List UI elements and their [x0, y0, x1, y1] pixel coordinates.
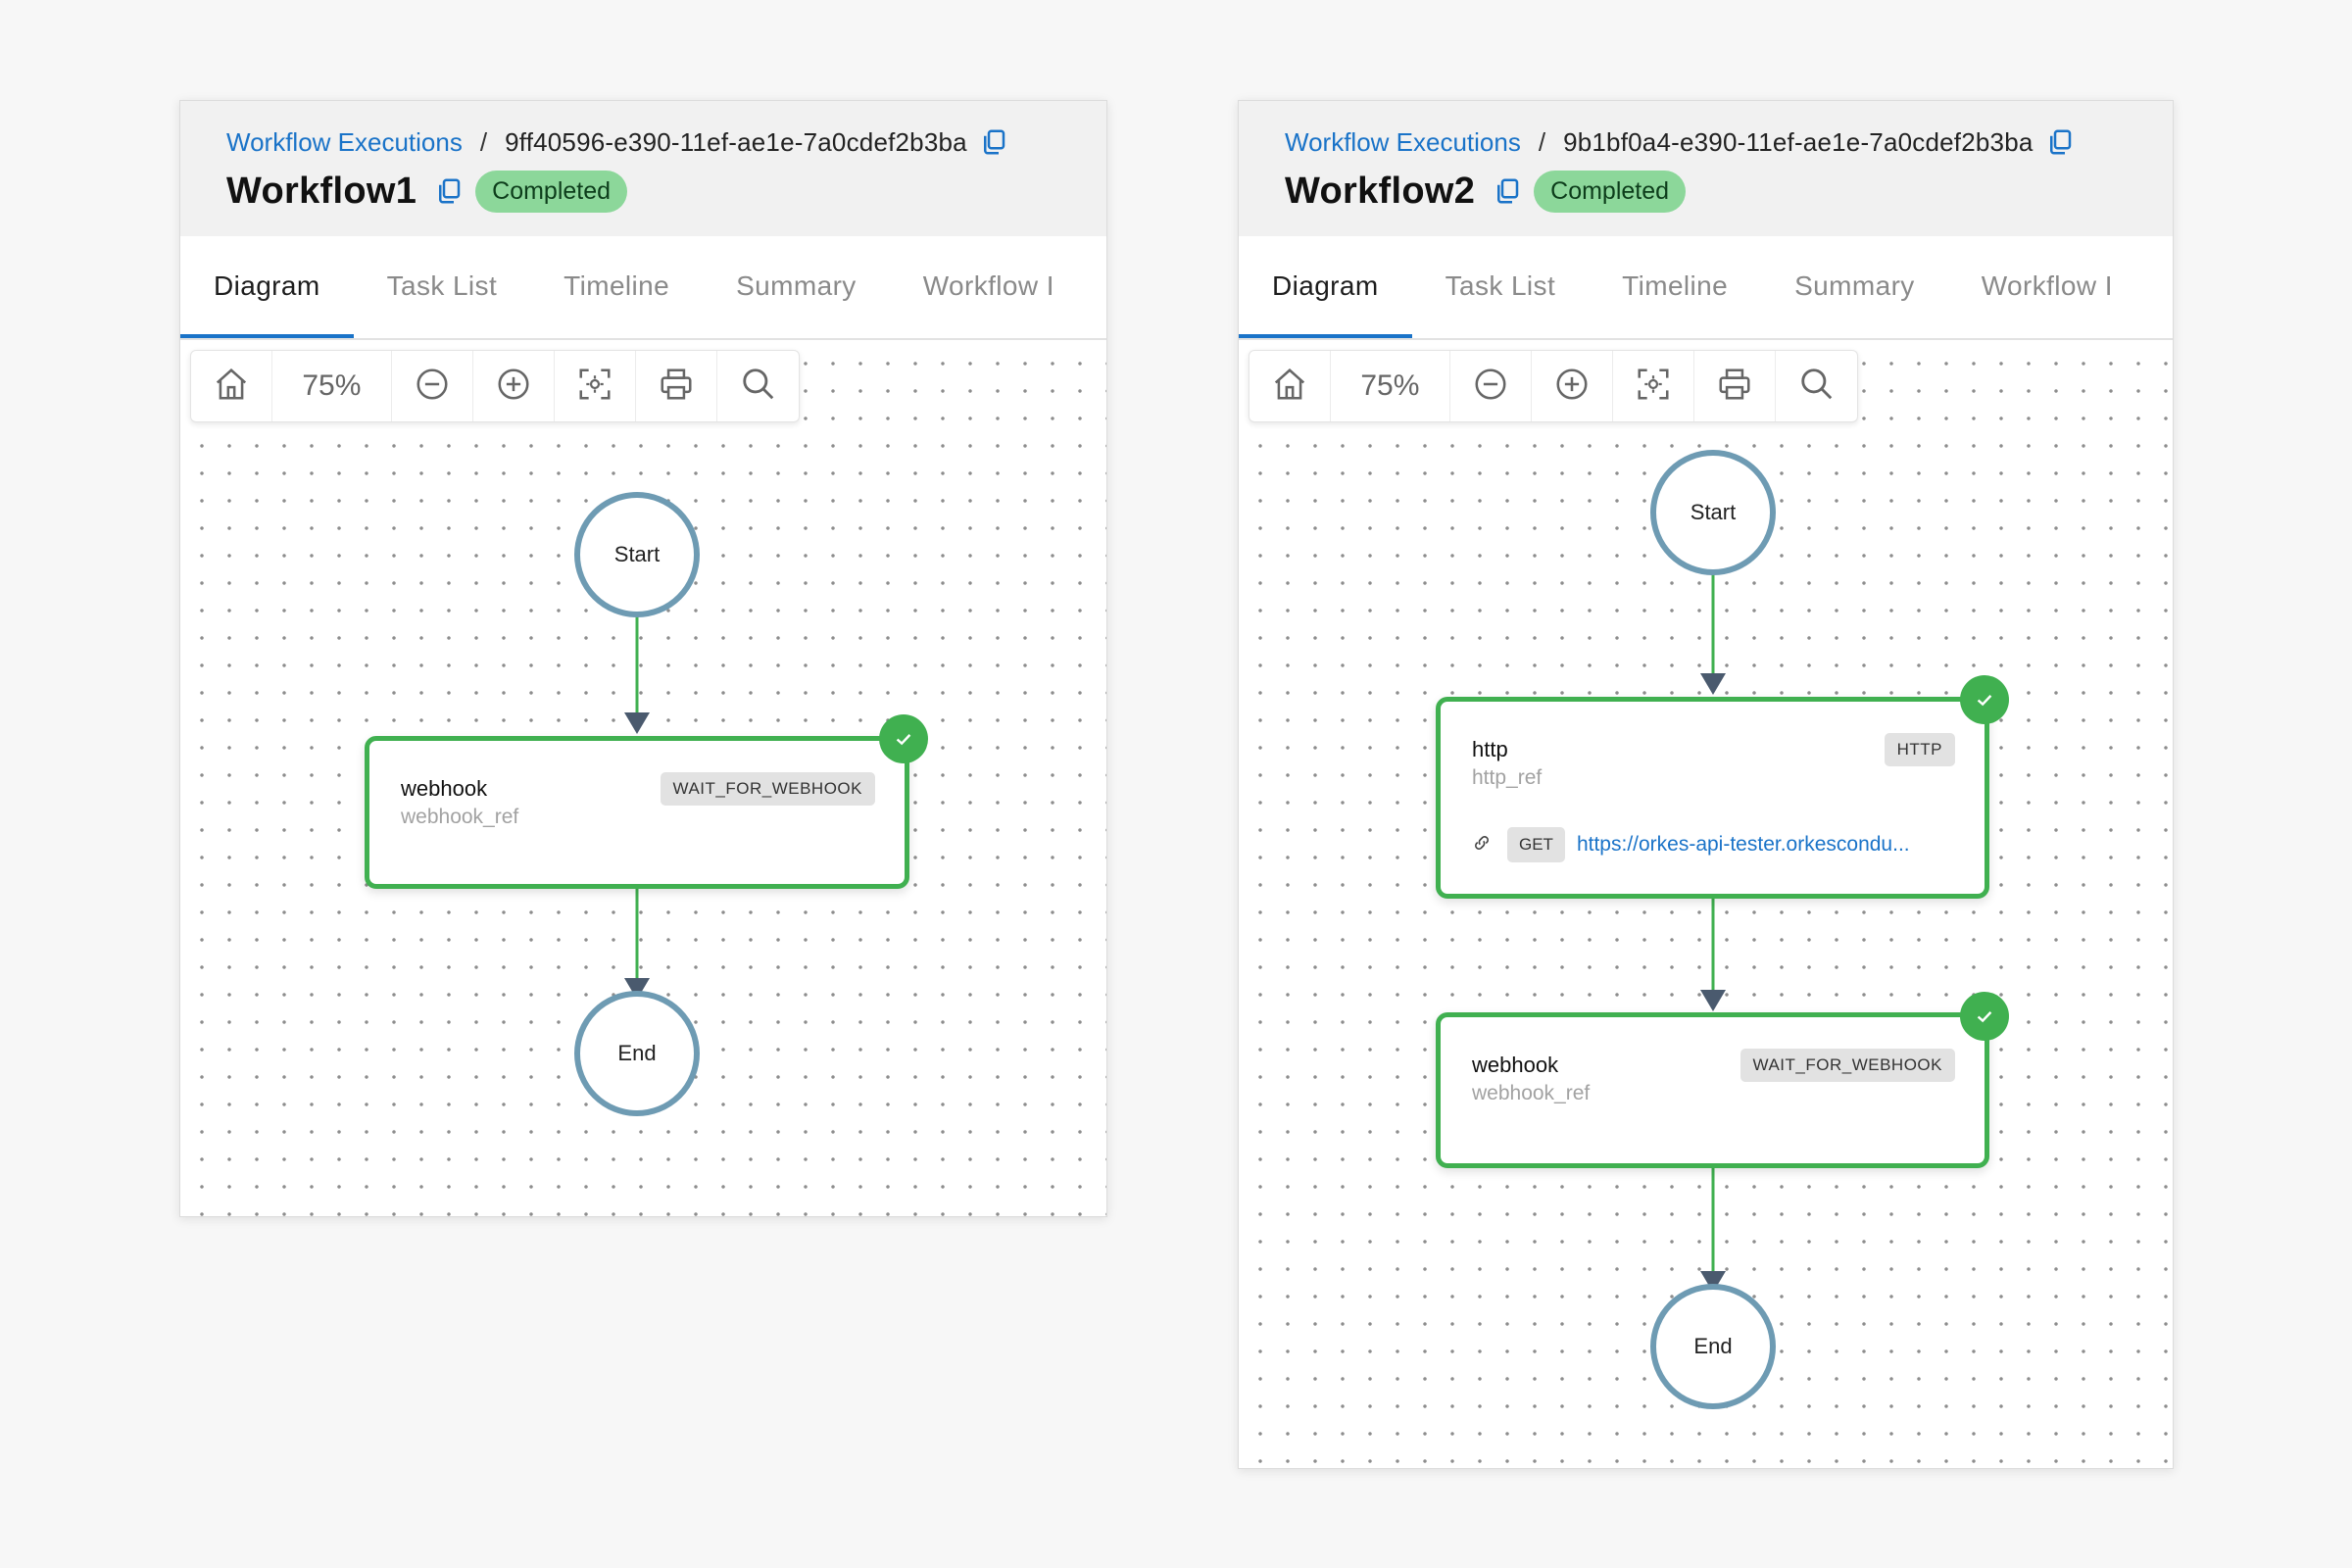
breadcrumb-workflow-executions-link[interactable]: Workflow Executions: [1285, 127, 1521, 158]
workflow-execution-panel-1: Workflow Executions / 9ff40596-e390-11ef…: [179, 100, 1107, 1217]
tab-task-list[interactable]: Task List: [354, 236, 531, 336]
task-type-badge: HTTP: [1884, 733, 1955, 766]
execution-header: Workflow Executions / 9ff40596-e390-11ef…: [180, 101, 1106, 236]
task-node-webhook[interactable]: webhook webhook_ref WAIT_FOR_WEBHOOK: [365, 736, 909, 889]
task-ref: webhook_ref: [401, 806, 519, 828]
task-ref: webhook_ref: [1472, 1082, 1591, 1104]
start-node[interactable]: Start: [574, 492, 700, 617]
execution-header: Workflow Executions / 9b1bf0a4-e390-11ef…: [1239, 101, 2173, 236]
http-url-link[interactable]: https://orkes-api-tester.orkescondu...: [1577, 833, 1910, 857]
task-name: webhook: [401, 776, 488, 801]
breadcrumb: Workflow Executions / 9ff40596-e390-11ef…: [226, 122, 1008, 162]
breadcrumb-workflow-executions-link[interactable]: Workflow Executions: [226, 127, 463, 158]
diagram-canvas[interactable]: 75% Start webhook webhook_ref WAIT_FOR_W…: [180, 340, 1106, 1216]
tab-summary[interactable]: Summary: [1761, 236, 1948, 336]
tab-diagram[interactable]: Diagram: [1239, 236, 1412, 338]
tab-workflow-input[interactable]: Workflow I: [1948, 236, 2146, 336]
task-ref: http_ref: [1472, 766, 1543, 789]
task-name: http: [1472, 737, 1508, 761]
breadcrumb-separator: /: [479, 126, 488, 157]
page-title: Workflow2: [1285, 170, 1476, 212]
status-badge: Completed: [1534, 170, 1687, 213]
end-node[interactable]: End: [574, 991, 700, 1116]
copy-icon[interactable]: [434, 176, 464, 206]
task-node-http[interactable]: http http_ref HTTP GET https://orkes-api…: [1436, 697, 1989, 899]
completed-check-icon: [1960, 675, 2009, 724]
completed-check-icon: [1960, 992, 2009, 1041]
tab-diagram[interactable]: Diagram: [180, 236, 354, 338]
copy-icon[interactable]: [1493, 176, 1522, 206]
end-node[interactable]: End: [1650, 1284, 1776, 1409]
http-request-row: GET https://orkes-api-tester.orkescondu.…: [1472, 827, 1910, 862]
title-row: Workflow2 Completed: [1285, 164, 1687, 219]
breadcrumb: Workflow Executions / 9b1bf0a4-e390-11ef…: [1285, 122, 2075, 162]
tab-workflow-input[interactable]: Workflow I: [890, 236, 1088, 336]
title-row: Workflow1 Completed: [226, 164, 628, 219]
tab-bar: Diagram Task List Timeline Summary Workf…: [180, 236, 1106, 340]
workflow-execution-panel-2: Workflow Executions / 9b1bf0a4-e390-11ef…: [1238, 100, 2174, 1469]
link-icon: [1472, 833, 1492, 858]
diagram-canvas[interactable]: 75% Start http http_ref HTTP GET https:/…: [1239, 340, 2173, 1468]
tab-task-list[interactable]: Task List: [1412, 236, 1590, 336]
breadcrumb-separator: /: [1538, 126, 1546, 157]
copy-icon[interactable]: [2045, 127, 2075, 157]
completed-check-icon: [879, 714, 928, 763]
tab-timeline[interactable]: Timeline: [1589, 236, 1761, 336]
tab-timeline[interactable]: Timeline: [530, 236, 703, 336]
task-type-badge: WAIT_FOR_WEBHOOK: [660, 772, 875, 806]
copy-icon[interactable]: [979, 127, 1008, 157]
tab-summary[interactable]: Summary: [703, 236, 890, 336]
task-name: webhook: [1472, 1053, 1559, 1077]
start-node[interactable]: Start: [1650, 450, 1776, 575]
task-node-webhook[interactable]: webhook webhook_ref WAIT_FOR_WEBHOOK: [1436, 1012, 1989, 1168]
status-badge: Completed: [475, 170, 628, 213]
page-title: Workflow1: [226, 170, 417, 212]
http-method-badge: GET: [1507, 827, 1565, 862]
execution-id: 9b1bf0a4-e390-11ef-ae1e-7a0cdef2b3ba: [1563, 126, 2034, 157]
task-type-badge: WAIT_FOR_WEBHOOK: [1740, 1049, 1955, 1082]
execution-id: 9ff40596-e390-11ef-ae1e-7a0cdef2b3ba: [505, 126, 967, 157]
tab-bar: Diagram Task List Timeline Summary Workf…: [1239, 236, 2173, 340]
